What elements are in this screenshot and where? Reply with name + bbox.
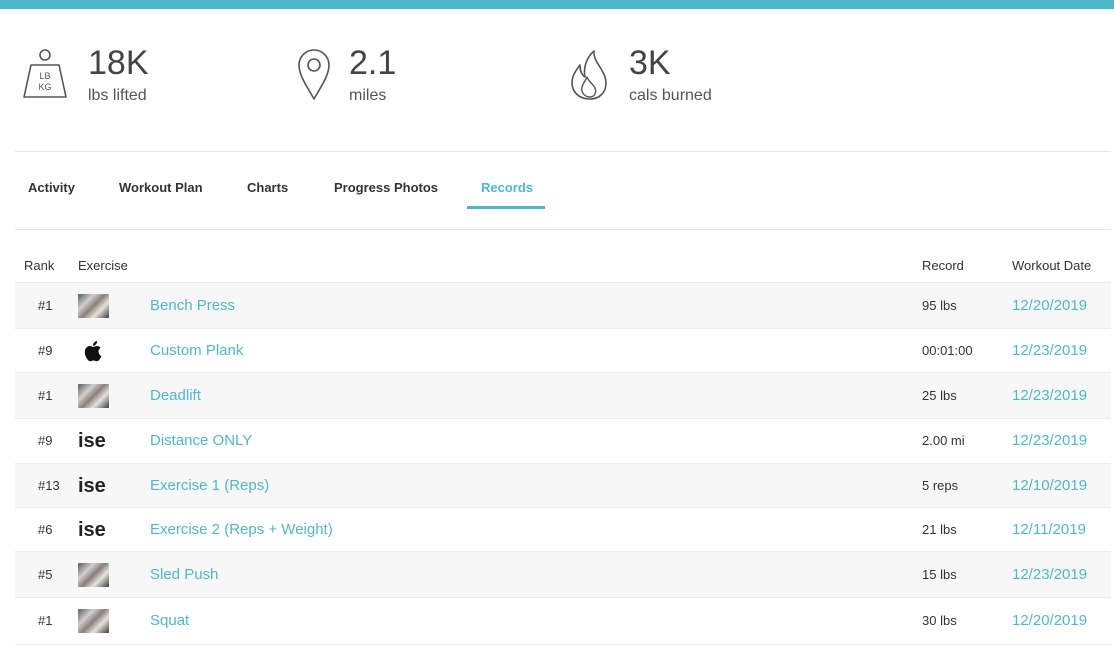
records-table-body: #1 Bench Press 95 lbs 12/20/2019 #9 Custom Pl… [15, 282, 1111, 645]
row-rank: #1 [38, 613, 53, 628]
exercise-text-thumbnail: ise [78, 519, 106, 541]
tab-progress-photos[interactable]: Progress Photos [334, 180, 438, 195]
stat-cals-burned: 3K cals burned [568, 43, 788, 113]
tab-bar: Activity Workout Plan Charts Progress Ph… [15, 152, 1111, 229]
exercise-link[interactable]: Exercise 1 (Reps) [150, 477, 269, 494]
exercise-photo-thumbnail [78, 563, 109, 587]
exercise-link[interactable]: Sled Push [150, 566, 218, 583]
weight-icon: LB KG [22, 47, 72, 103]
exercise-text-thumbnail: ise [78, 475, 106, 497]
exercise-link[interactable]: Distance ONLY [150, 432, 252, 449]
row-record-value: 30 lbs [922, 613, 957, 628]
top-accent-bar [0, 0, 1114, 9]
header-rank: Rank [24, 258, 55, 273]
row-record-value: 21 lbs [922, 522, 957, 537]
header-workout-date: Workout Date [1012, 258, 1092, 273]
divider [15, 229, 1111, 230]
row-record-value: 15 lbs [922, 567, 957, 582]
table-row[interactable]: #6 ise Exercise 2 (Reps + Weight) 21 lbs 12/… [15, 507, 1111, 551]
row-record-value: 00:01:00 [922, 343, 973, 358]
row-rank: #13 [38, 478, 60, 493]
exercise-link[interactable]: Custom Plank [150, 342, 243, 359]
header-record: Record [922, 258, 964, 273]
workout-date-link[interactable]: 12/20/2019 [1012, 297, 1087, 314]
records-table-header: Rank Exercise Record Workout Date [15, 250, 1111, 280]
exercise-text-thumbnail: ise [78, 430, 106, 452]
table-row[interactable]: #9 Custom Plank 00:01:00 12/23/2019 [15, 328, 1111, 372]
tab-records[interactable]: Records [481, 180, 533, 195]
row-rank: #1 [38, 388, 53, 403]
apple-logo-icon [78, 339, 109, 363]
svg-text:LB: LB [39, 71, 50, 81]
row-rank: #1 [38, 298, 53, 313]
svg-text:KG: KG [38, 82, 51, 92]
exercise-link[interactable]: Deadlift [150, 387, 201, 404]
stat-label: miles [349, 87, 387, 104]
exercise-photo-thumbnail [78, 294, 109, 318]
header-exercise: Exercise [78, 258, 128, 273]
row-record-value: 25 lbs [922, 388, 957, 403]
stat-label: lbs lifted [88, 87, 147, 104]
row-rank: #9 [38, 433, 53, 448]
exercise-photo-thumbnail [78, 609, 109, 633]
workout-date-link[interactable]: 12/23/2019 [1012, 342, 1087, 359]
row-record-value: 95 lbs [922, 298, 957, 313]
stat-lbs-lifted: LB KG 18K lbs lifted [22, 43, 242, 113]
exercise-link[interactable]: Squat [150, 612, 189, 629]
stat-value: 3K [629, 44, 671, 82]
stats-summary: LB KG 18K lbs lifted 2.1 miles 3K cals b… [0, 9, 1114, 151]
table-row[interactable]: #13 ise Exercise 1 (Reps) 5 reps 12/10/2019 [15, 463, 1111, 507]
table-row[interactable]: #1 Squat 30 lbs 12/20/2019 [15, 597, 1111, 644]
exercise-link[interactable]: Bench Press [150, 297, 235, 314]
location-pin-icon [296, 47, 346, 103]
flame-icon [568, 47, 618, 103]
row-rank: #9 [38, 343, 53, 358]
row-rank: #6 [38, 522, 53, 537]
workout-date-link[interactable]: 12/23/2019 [1012, 387, 1087, 404]
stat-miles: 2.1 miles [296, 43, 516, 113]
row-rank: #5 [38, 567, 53, 582]
stat-value: 2.1 [349, 44, 397, 82]
workout-date-link[interactable]: 12/20/2019 [1012, 612, 1087, 629]
exercise-photo-thumbnail [78, 384, 109, 408]
exercise-link[interactable]: Exercise 2 (Reps + Weight) [150, 521, 333, 538]
stat-label: cals burned [629, 87, 712, 104]
tab-charts[interactable]: Charts [247, 180, 288, 195]
tab-workout-plan[interactable]: Workout Plan [119, 180, 203, 195]
table-row[interactable]: #5 Sled Push 15 lbs 12/23/2019 [15, 551, 1111, 597]
table-row[interactable]: #1 Deadlift 25 lbs 12/23/2019 [15, 372, 1111, 418]
active-tab-indicator [467, 206, 545, 209]
row-record-value: 5 reps [922, 478, 959, 493]
tab-activity[interactable]: Activity [28, 180, 75, 195]
workout-date-link[interactable]: 12/23/2019 [1012, 432, 1087, 449]
table-row[interactable]: #1 Bench Press 95 lbs 12/20/2019 [15, 282, 1111, 328]
workout-date-link[interactable]: 12/23/2019 [1012, 566, 1087, 583]
table-row[interactable]: #9 ise Distance ONLY 2.00 mi 12/23/2019 [15, 418, 1111, 463]
workout-date-link[interactable]: 12/10/2019 [1012, 477, 1087, 494]
workout-date-link[interactable]: 12/11/2019 [1012, 521, 1086, 538]
stat-value: 18K [88, 44, 149, 82]
row-record-value: 2.00 mi [922, 433, 965, 448]
